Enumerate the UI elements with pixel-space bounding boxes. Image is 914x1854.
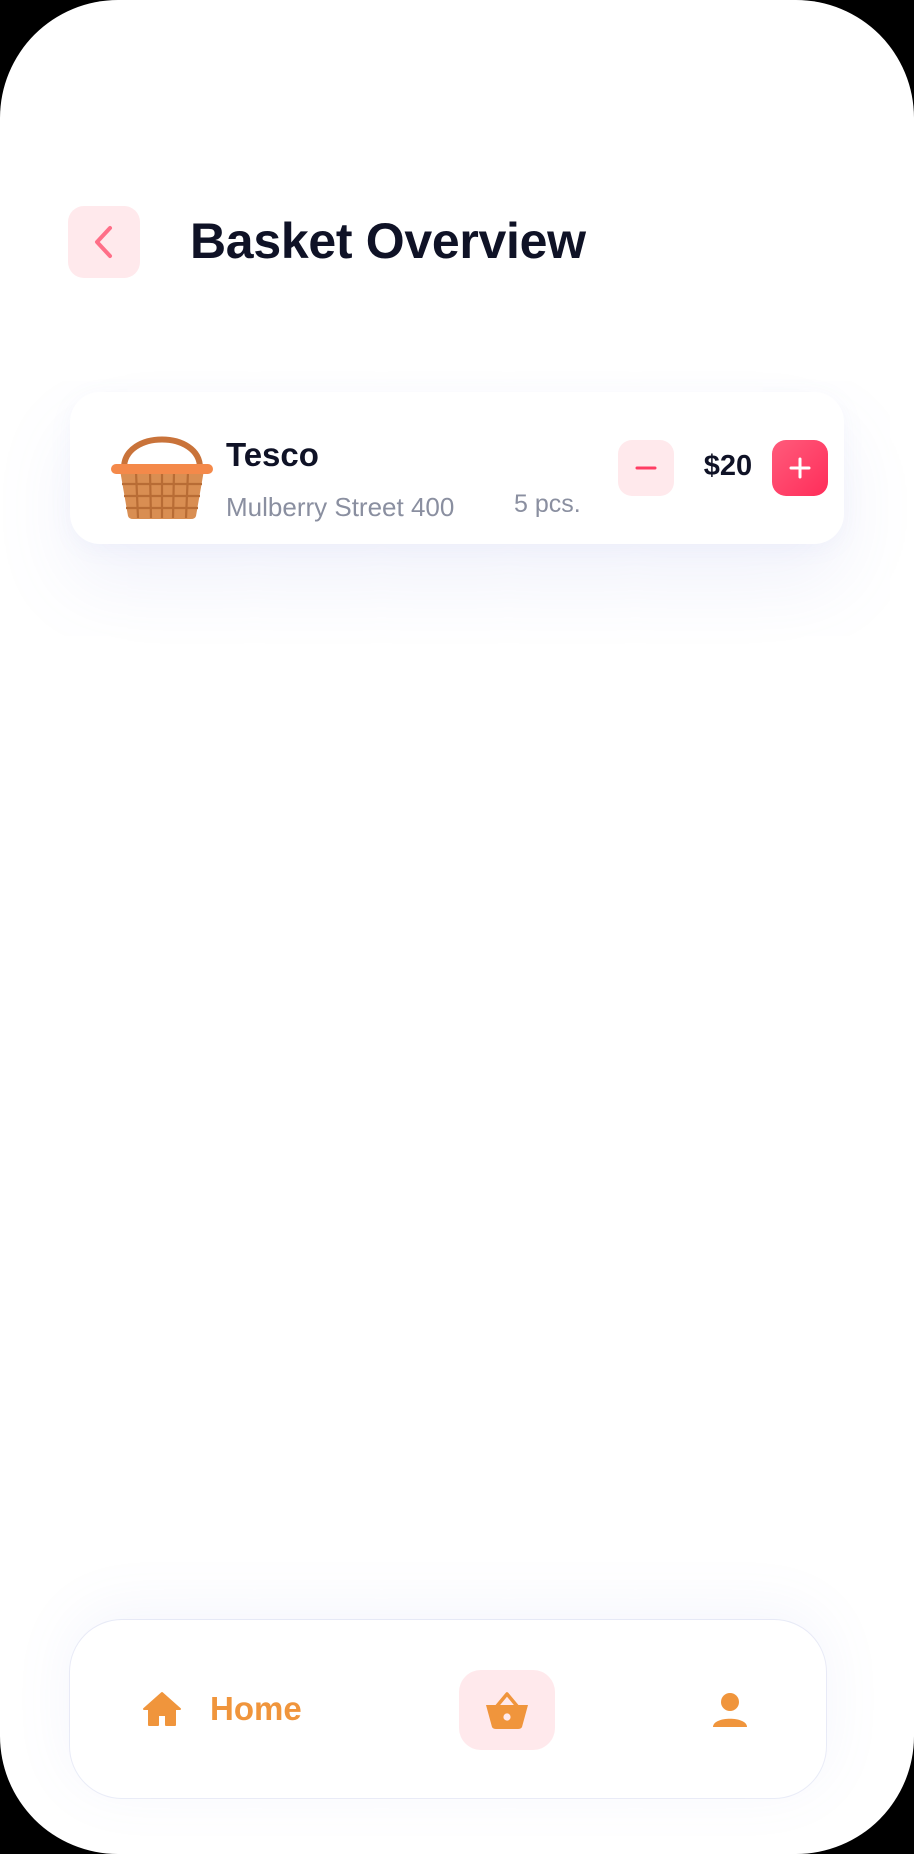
minus-icon [635, 466, 657, 470]
nav-item-home[interactable]: Home [142, 1676, 302, 1742]
store-address: Mulberry Street 400 [226, 492, 455, 522]
page-title: Basket Overview [190, 213, 586, 269]
home-icon [143, 1692, 181, 1726]
app-screen: Basket Overview Tesco Mulberry Street 40 [0, 0, 914, 1854]
store-name: Tesco [226, 436, 319, 473]
chevron-left-icon [95, 226, 112, 258]
basket-item-card[interactable]: Tesco Mulberry Street 400 5 pcs. $20 [70, 392, 844, 544]
wicker-basket-icon [111, 436, 213, 519]
bottom-nav: Home [70, 1620, 826, 1798]
plus-icon [789, 457, 811, 479]
increase-button[interactable] [772, 440, 828, 496]
nav-home-label: Home [210, 1690, 302, 1727]
item-price: $20 [703, 450, 753, 482]
nav-item-profile[interactable] [706, 1686, 754, 1734]
back-button[interactable] [68, 206, 140, 278]
item-quantity: 5 pcs. [514, 490, 581, 518]
decrease-button[interactable] [618, 440, 674, 496]
basket-icon [486, 1692, 528, 1729]
user-icon [713, 1693, 747, 1727]
nav-item-basket[interactable] [459, 1670, 555, 1750]
